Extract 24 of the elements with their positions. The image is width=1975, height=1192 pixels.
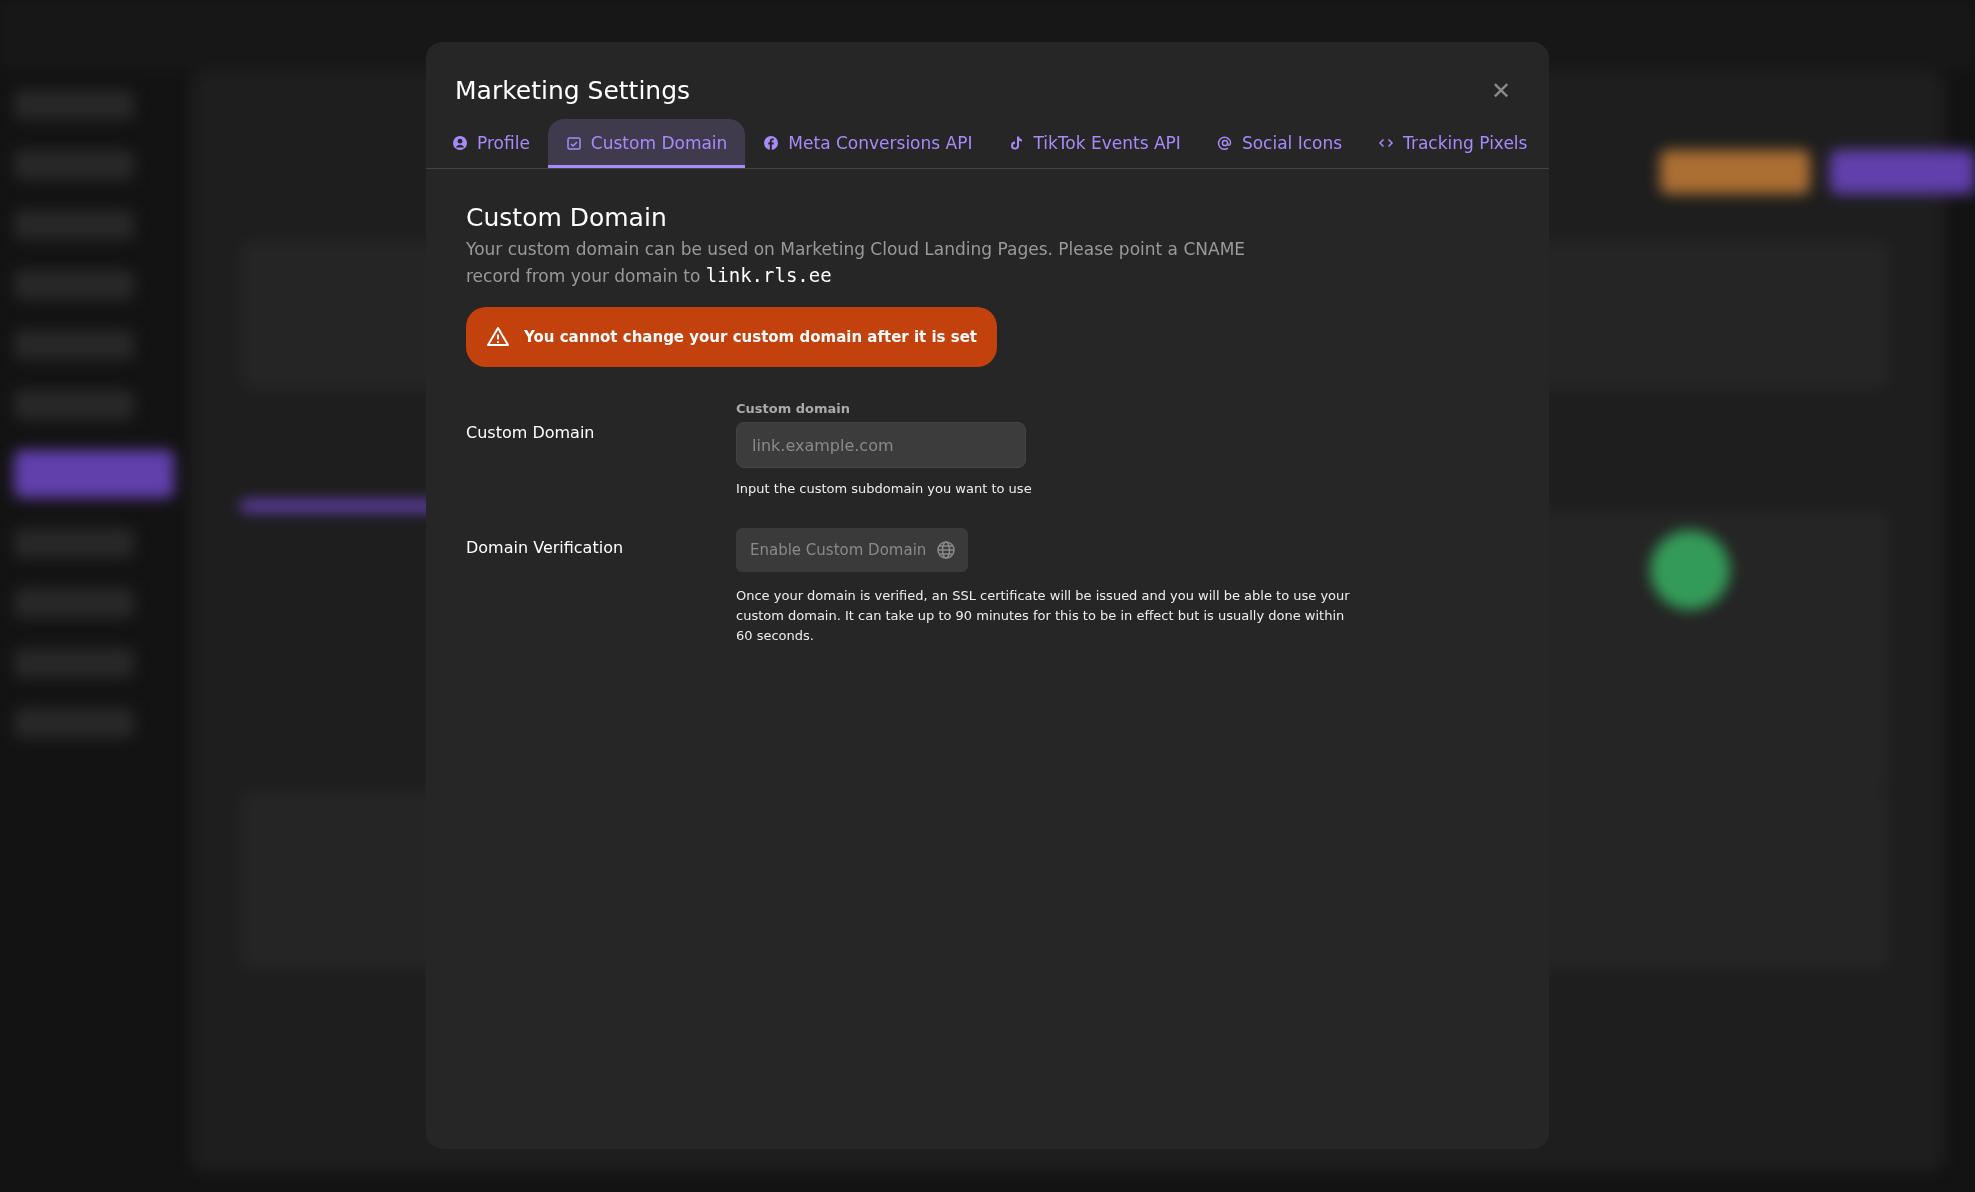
- domain-target: link.rls.ee: [705, 264, 832, 286]
- tab[interactable]: Tracking Pixels: [1360, 119, 1546, 168]
- tab[interactable]: Meta Conversions API: [745, 119, 991, 168]
- globe-icon: [936, 540, 957, 560]
- help-text: Input the custom subdomain you want to use: [736, 481, 1032, 496]
- at-sign-icon: [1216, 135, 1233, 151]
- verification-note: Once your domain is verified, an SSL certificate will be issued and you will be able to use your custom domain. It can take up to 90 minutes for this to be in effect but is usually done within 60 seconds.: [736, 587, 1351, 645]
- input-caption: Custom domain: [736, 401, 852, 416]
- section-description: Your custom domain can be used on Marketing Cloud Landing Pages. Please point a CNAME record from your domain to link.rls.ee: [466, 238, 1247, 288]
- close-button[interactable]: ✕: [1490, 76, 1511, 105]
- tab[interactable]: Social Icons: [1198, 119, 1361, 168]
- dialog-title: Marketing Settings: [455, 76, 691, 105]
- tab[interactable]: Custom Domain: [547, 119, 746, 168]
- tab[interactable]: TikTok Events API: [990, 119, 1199, 168]
- warning-icon: [486, 325, 510, 349]
- field-label: Custom Domain: [466, 422, 596, 444]
- field-label: Domain Verification: [466, 537, 625, 559]
- warning-text: You cannot change your custom domain after it is set: [524, 328, 978, 346]
- user-icon: [452, 135, 468, 151]
- facebook-icon: [763, 135, 780, 151]
- section-heading: Custom Domain: [466, 203, 668, 232]
- tab[interactable]: Profile: [434, 119, 548, 168]
- music-note-icon: [1008, 135, 1025, 151]
- domain-input[interactable]: link.example.com: [736, 422, 1026, 468]
